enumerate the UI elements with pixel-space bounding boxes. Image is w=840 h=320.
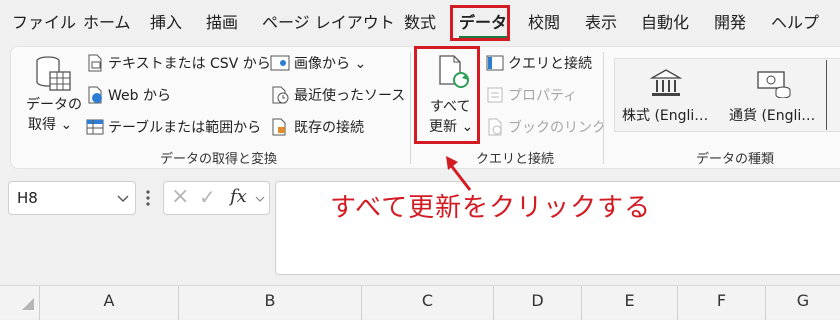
web-icon [88,86,102,104]
tab-view[interactable]: 表示 [585,10,617,36]
get-data-label-1[interactable]: データの [26,96,82,114]
stocks-button[interactable]: 株式 (Engli… [622,107,708,125]
annotation-text: すべて更新をクリックする [330,193,652,223]
recent-sources-button[interactable]: 最近使ったソース [294,87,405,105]
text-csv-icon [88,54,102,72]
chevron-down-icon[interactable] [117,195,129,203]
workbook-links-button[interactable]: ブックのリンク [508,119,606,137]
properties-icon [487,87,503,103]
chevron-down-icon[interactable] [255,196,265,203]
tab-developer[interactable]: 開発 [714,10,746,36]
refresh-all-highlight [414,46,480,144]
tab-file[interactable]: ファイル [12,10,76,36]
currency-icon [757,71,791,98]
select-all-corner[interactable] [0,286,40,320]
column-header-row: A B C D E F G [0,285,840,320]
recent-sources-icon [272,86,289,104]
tab-help[interactable]: ヘルプ [771,10,819,36]
more-options-icon[interactable] [145,189,151,207]
tab-draw[interactable]: 描画 [206,10,238,36]
ribbon-separator [603,52,604,164]
workbook-links-icon [488,118,502,136]
data-types-scroll-edge [826,60,827,130]
get-data-label-2[interactable]: 取得 ⌄ [28,116,72,134]
from-text-csv-button[interactable]: テキストまたは CSV から [108,55,271,73]
tab-automate[interactable]: 自動化 [641,10,689,36]
data-tab-highlight [450,5,510,41]
tab-insert[interactable]: 挿入 [150,10,182,36]
table-icon [86,119,104,135]
column-header-a[interactable]: A [40,286,179,320]
picture-icon [270,55,290,71]
cancel-icon[interactable]: × [171,184,189,209]
currencies-button[interactable]: 通貨 (Engli… [729,107,815,125]
properties-button[interactable]: プロパティ [508,87,577,105]
enter-icon[interactable]: ✓ [199,185,216,209]
tab-formulas[interactable]: 数式 [404,10,436,36]
column-header-b[interactable]: B [179,286,362,320]
column-header-g[interactable]: G [766,286,840,320]
existing-connections-button[interactable]: 既存の接続 [294,119,364,137]
queries-group-label: クエリと接続 [476,152,555,167]
queries-connections-icon [486,55,504,71]
menu-bar: ファイル ホーム 挿入 描画 ページ レイアウト 数式 データ 校閲 表示 自動… [0,0,840,46]
get-transform-group-label: データの取得と変換 [160,152,278,167]
bank-icon [650,69,682,96]
insert-function-icon[interactable]: fx [230,186,247,207]
ribbon-separator [410,52,411,164]
database-table-icon [36,56,71,91]
select-all-triangle-icon[interactable] [22,298,34,310]
column-header-c[interactable]: C [362,286,494,320]
tab-page-layout[interactable]: ページ レイアウト [262,10,395,36]
tab-home[interactable]: ホーム [83,10,131,36]
name-box-value: H8 [17,189,38,207]
column-header-d[interactable]: D [494,286,582,320]
name-box[interactable]: H8 [8,181,136,215]
column-header-e[interactable]: E [582,286,678,320]
column-header-f[interactable]: F [678,286,766,320]
formula-controls: × ✓ fx [163,181,270,215]
data-types-group-label: データの種類 [696,152,775,167]
from-table-range-button[interactable]: テーブルまたは範囲から [108,119,261,137]
queries-connections-button[interactable]: クエリと接続 [508,55,592,73]
existing-connections-icon [272,118,286,136]
from-web-button[interactable]: Web から [108,87,171,105]
from-picture-button[interactable]: 画像から ⌄ [294,55,366,73]
tab-review[interactable]: 校閲 [528,10,560,36]
